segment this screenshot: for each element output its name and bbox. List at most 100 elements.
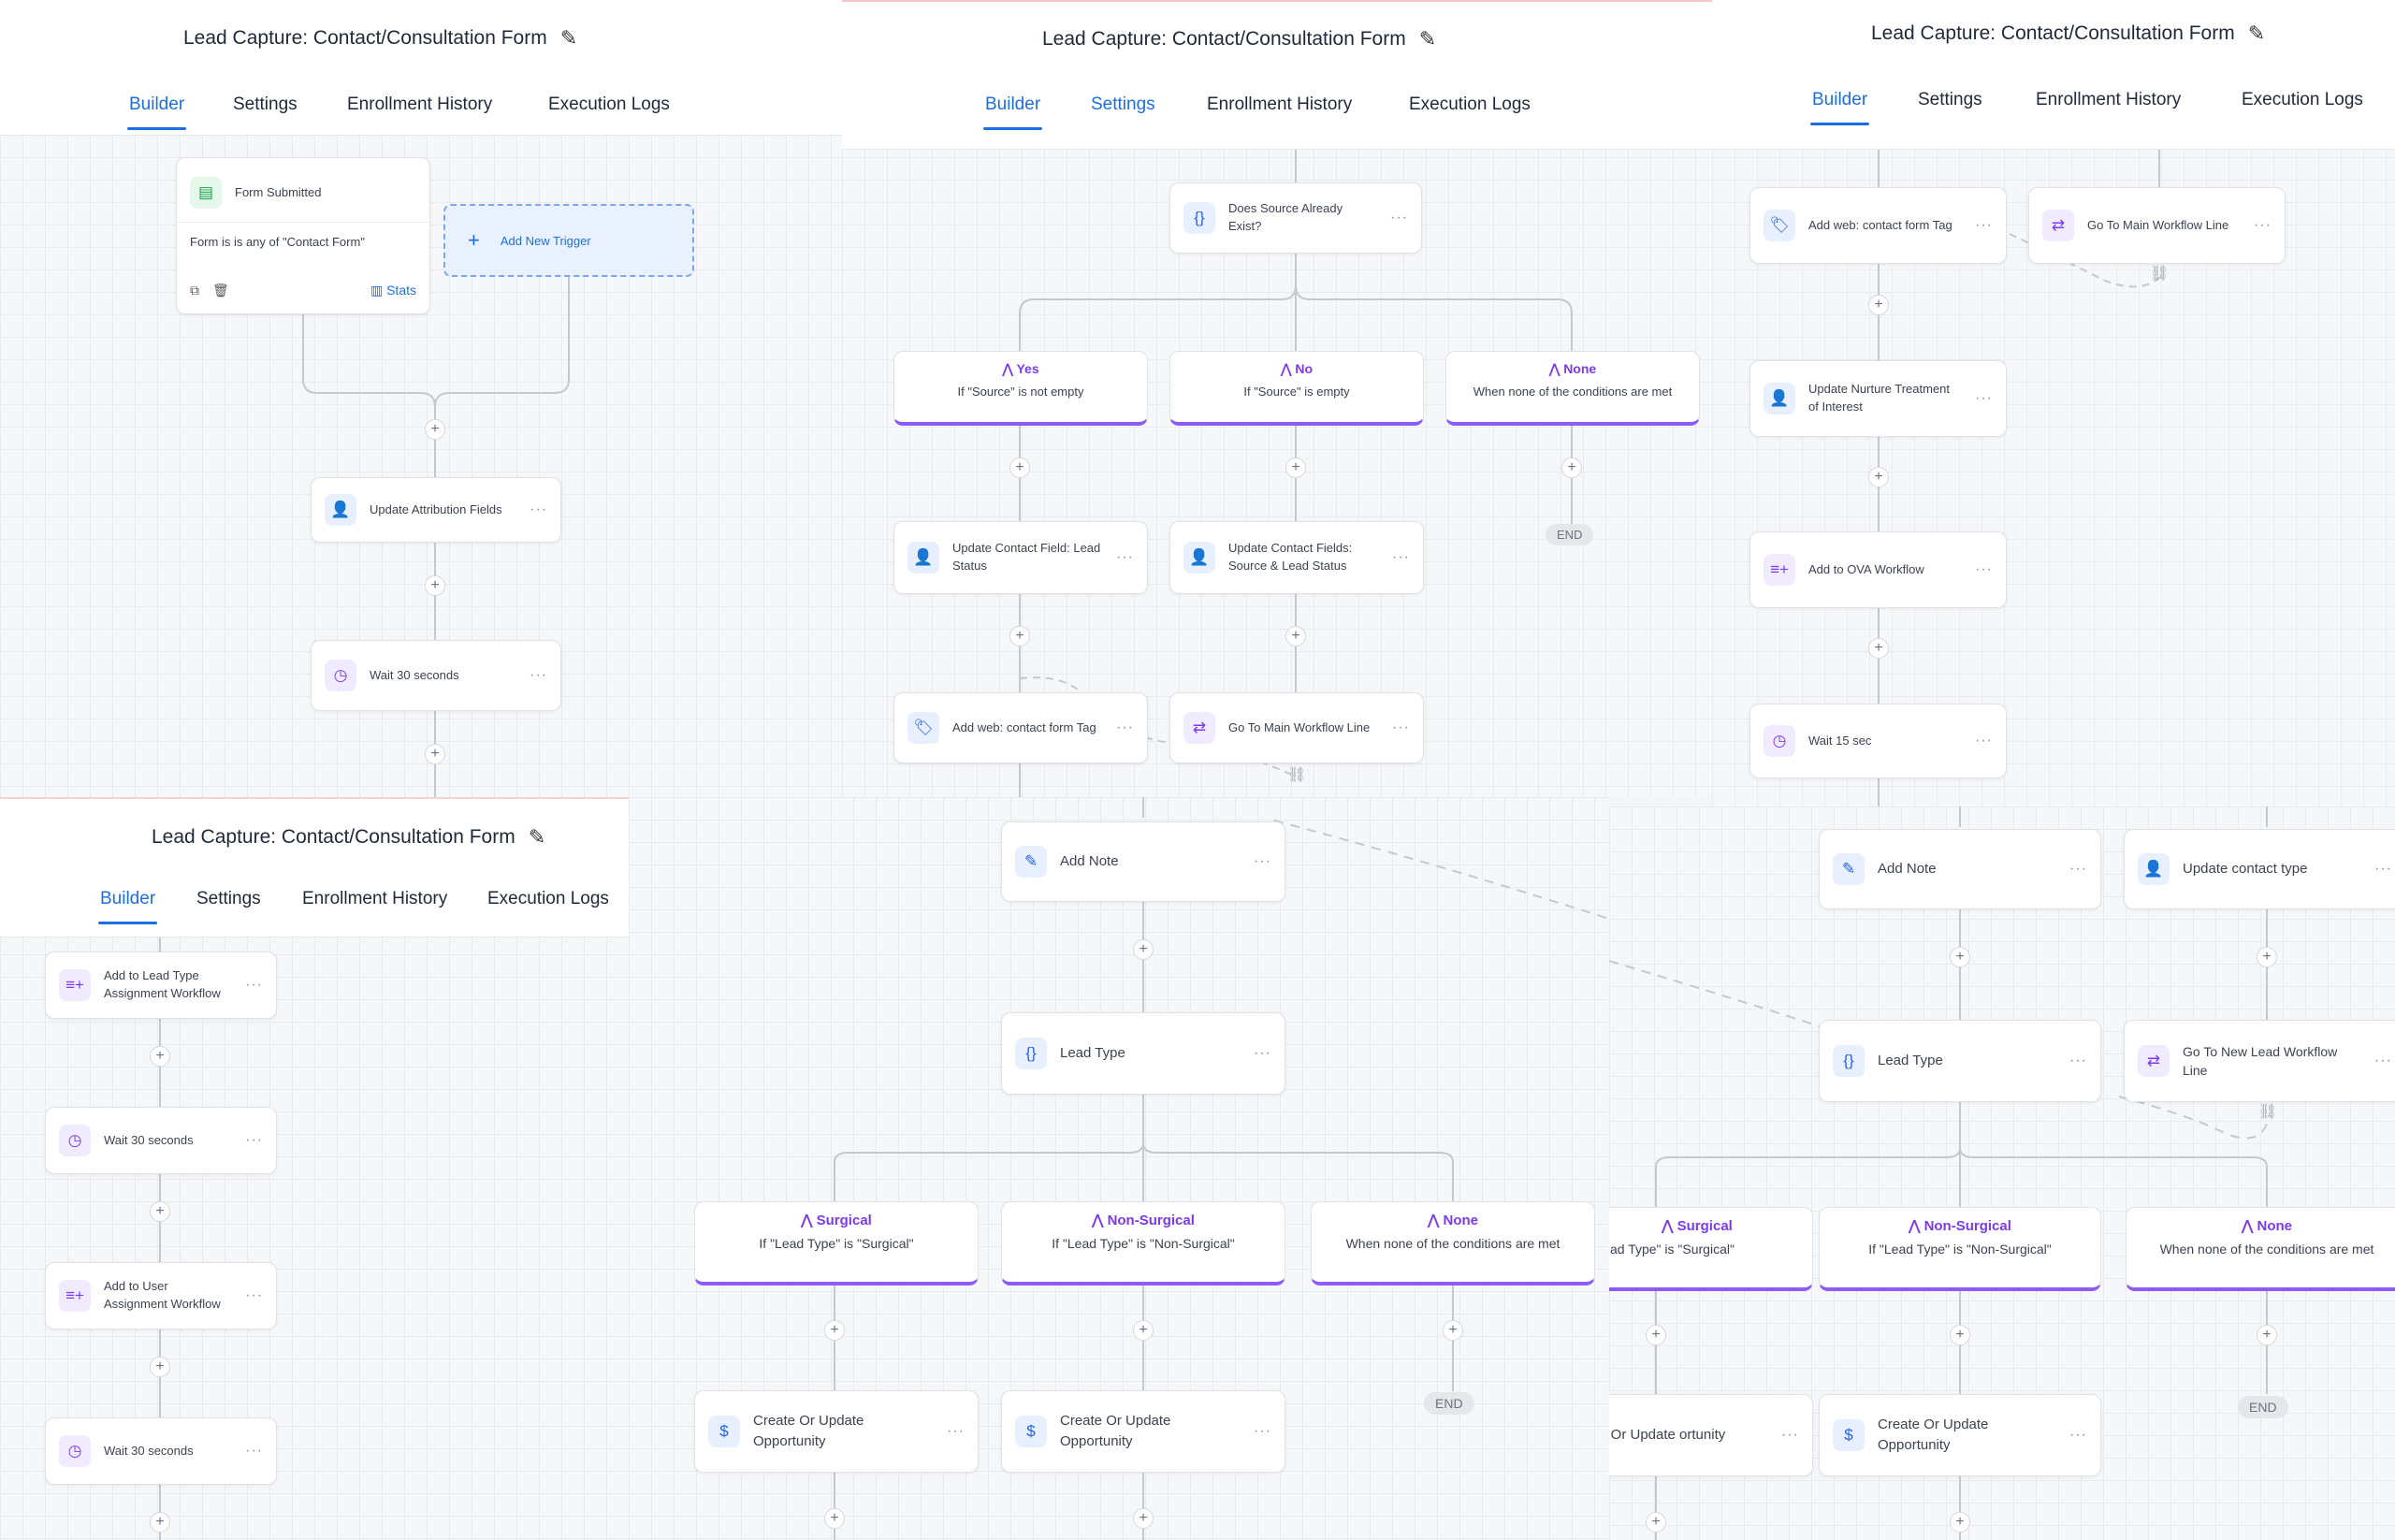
more-icon[interactable]: ··· <box>1975 390 1993 407</box>
add-step-button[interactable]: + <box>1646 1325 1666 1345</box>
add-step-button[interactable]: + <box>1009 458 1030 478</box>
more-icon[interactable]: ··· <box>1254 1045 1271 1062</box>
more-icon[interactable]: ··· <box>2374 861 2392 878</box>
add-step-button[interactable]: + <box>150 1046 170 1067</box>
copy-icon[interactable]: ⧉ <box>190 283 199 298</box>
branch-surgical[interactable]: ⋀ Surgical ad Type" is "Surgical" <box>1609 1207 1813 1291</box>
add-step-button[interactable]: + <box>1561 458 1582 478</box>
action-create-opportunity[interactable]: $ Create Or Update Opportunity ··· <box>694 1390 979 1473</box>
pane-assignment: Lead Capture: Contact/Consultation Form ✎… <box>0 797 629 1540</box>
action-create-opportunity[interactable]: $ Create Or Update Opportunity ··· <box>1001 1390 1285 1473</box>
action-update-nurture[interactable]: 👤 Update Nurture Treatment of Interest ··· <box>1749 360 2007 437</box>
action-wait[interactable]: ◷ Wait 30 seconds ··· <box>45 1417 277 1485</box>
trash-icon[interactable]: 🗑 <box>212 283 229 298</box>
more-icon[interactable]: ··· <box>245 1132 263 1149</box>
add-step-button[interactable]: + <box>425 744 445 764</box>
action-update-source-status[interactable]: 👤 Update Contact Fields: Source & Lead St… <box>1169 521 1424 594</box>
add-step-button[interactable]: + <box>1133 1508 1154 1529</box>
more-icon[interactable]: ··· <box>1392 719 1410 736</box>
trigger-form-submitted[interactable]: ▤ Form Submitted Form is is any of "Cont… <box>176 157 430 314</box>
add-step-button[interactable]: + <box>1443 1320 1463 1341</box>
branch-none[interactable]: ⋀ None When none of the conditions are me… <box>2126 1207 2395 1291</box>
action-update-contact-type[interactable]: 👤 Update contact type ··· <box>2124 829 2395 909</box>
more-icon[interactable]: ··· <box>2069 1427 2087 1444</box>
more-icon[interactable]: ··· <box>2254 217 2272 234</box>
action-update-lead-status[interactable]: 👤 Update Contact Field: Lead Status ··· <box>893 521 1148 594</box>
action-add-tag[interactable]: 🏷 Add web: contact form Tag ··· <box>893 692 1148 763</box>
add-step-button[interactable]: + <box>425 419 445 440</box>
more-icon[interactable]: ··· <box>2069 1053 2087 1069</box>
action-label: Create Or Update Opportunity <box>753 1413 864 1449</box>
more-icon[interactable]: ··· <box>530 501 547 518</box>
more-icon[interactable]: ··· <box>1392 549 1410 566</box>
more-icon[interactable]: ··· <box>947 1423 965 1440</box>
stats-button[interactable]: ▥ Stats <box>370 283 416 298</box>
add-step-button[interactable]: + <box>150 1201 170 1222</box>
add-step-button[interactable]: + <box>1285 458 1306 478</box>
branch-non-surgical[interactable]: ⋀ Non-Surgical If "Lead Type" is "Non-Sur… <box>1819 1207 2101 1291</box>
add-step-button[interactable]: + <box>1868 638 1889 659</box>
action-create-opportunity[interactable]: te Or Update ortunity ··· <box>1609 1394 1813 1476</box>
action-wait[interactable]: ◷ Wait 15 sec ··· <box>1749 704 2007 778</box>
add-step-button[interactable]: + <box>1133 1320 1154 1341</box>
action-goto-new-lead[interactable]: ⇄ Go To New Lead Workflow Line ··· <box>2124 1020 2395 1102</box>
condition-source-exists[interactable]: {} Does Source Already Exist? ··· <box>1169 182 1422 254</box>
condition-lead-type[interactable]: {} Lead Type ··· <box>1819 1020 2101 1102</box>
more-icon[interactable]: ··· <box>1975 561 1993 578</box>
more-icon[interactable]: ··· <box>2374 1053 2392 1069</box>
add-step-button[interactable]: + <box>824 1320 845 1341</box>
more-icon[interactable]: ··· <box>1254 1423 1271 1440</box>
more-icon[interactable]: ··· <box>245 1443 263 1460</box>
action-add-user-wf[interactable]: ≡+ Add to User Assignment Workflow ··· <box>45 1262 277 1329</box>
more-icon[interactable]: ··· <box>2069 861 2087 878</box>
add-step-button[interactable]: + <box>1868 467 1889 487</box>
add-step-button[interactable]: + <box>425 575 445 596</box>
add-step-button[interactable]: + <box>1950 947 1970 967</box>
branch-non-surgical[interactable]: ⋀ Non-Surgical If "Lead Type" is "Non-Sur… <box>1001 1201 1285 1286</box>
link-icon[interactable]: ⛓ <box>2150 264 2169 283</box>
more-icon[interactable]: ··· <box>1781 1427 1799 1444</box>
more-icon[interactable]: ··· <box>1254 853 1271 870</box>
add-step-button[interactable]: + <box>1950 1512 1970 1533</box>
more-icon[interactable]: ··· <box>245 1287 263 1304</box>
condition-lead-type[interactable]: {} Lead Type ··· <box>1001 1012 1285 1095</box>
branch-surgical[interactable]: ⋀ Surgical If "Lead Type" is "Surgical" <box>694 1201 979 1286</box>
action-add-lead-type-wf[interactable]: ≡+ Add to Lead Type Assignment Workflow ··… <box>45 952 277 1019</box>
add-step-button[interactable]: + <box>1133 939 1154 960</box>
branch-none[interactable]: ⋀ None When none of the conditions are me… <box>1311 1201 1595 1286</box>
action-wait[interactable]: ◷ Wait 30 seconds ··· <box>45 1107 277 1174</box>
add-step-button[interactable]: + <box>2257 947 2277 967</box>
action-add-note[interactable]: ✎ Add Note ··· <box>1819 829 2101 909</box>
more-icon[interactable]: ··· <box>1390 210 1408 226</box>
action-add-note[interactable]: ✎ Add Note ··· <box>1001 821 1285 902</box>
add-step-button[interactable]: + <box>1009 626 1030 647</box>
action-add-tag[interactable]: 🏷 Add web: contact form Tag ··· <box>1749 187 2007 264</box>
add-step-button[interactable]: + <box>1950 1325 1970 1345</box>
end-marker: END <box>1546 524 1594 545</box>
link-icon[interactable]: ⛓ <box>1287 765 1306 784</box>
add-step-button[interactable]: + <box>150 1357 170 1377</box>
branch-yes[interactable]: ⋀ Yes If "Source" is not empty <box>893 351 1148 426</box>
action-wait[interactable]: ◷ Wait 30 seconds ··· <box>311 640 561 711</box>
add-new-trigger-button[interactable]: + Add New Trigger <box>443 204 694 277</box>
add-step-button[interactable]: + <box>150 1512 170 1533</box>
branch-no[interactable]: ⋀ No If "Source" is empty <box>1169 351 1424 426</box>
action-create-opportunity[interactable]: $ Create Or Update Opportunity ··· <box>1819 1394 2101 1476</box>
add-step-button[interactable]: + <box>1285 626 1306 647</box>
add-step-button[interactable]: + <box>1868 295 1889 315</box>
more-icon[interactable]: ··· <box>245 977 263 994</box>
more-icon[interactable]: ··· <box>1975 733 1993 749</box>
branch-none[interactable]: ⋀ None When none of the conditions are me… <box>1445 351 1700 426</box>
more-icon[interactable]: ··· <box>1116 719 1134 736</box>
add-step-button[interactable]: + <box>2257 1325 2277 1345</box>
action-goto-main[interactable]: ⇄ Go To Main Workflow Line ··· <box>1169 692 1424 763</box>
action-update-attribution[interactable]: 👤 Update Attribution Fields ··· <box>311 477 561 543</box>
link-icon[interactable]: ⛓ <box>2258 1102 2277 1121</box>
more-icon[interactable]: ··· <box>1975 217 1993 234</box>
add-step-button[interactable]: + <box>824 1508 845 1529</box>
more-icon[interactable]: ··· <box>1116 549 1134 566</box>
more-icon[interactable]: ··· <box>530 667 547 684</box>
add-step-button[interactable]: + <box>1646 1512 1666 1533</box>
action-add-ova[interactable]: ≡+ Add to OVA Workflow ··· <box>1749 531 2007 608</box>
action-goto-main[interactable]: ⇄ Go To Main Workflow Line ··· <box>2028 187 2286 264</box>
